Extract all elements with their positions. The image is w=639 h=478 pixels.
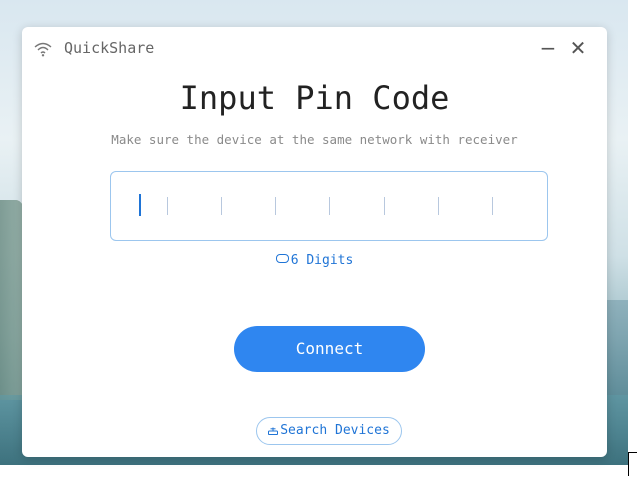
search-devices-button[interactable]: Search Devices xyxy=(256,417,402,445)
connect-button[interactable]: Connect xyxy=(234,326,425,372)
pin-length-icon xyxy=(275,254,289,263)
page-subtitle: Make sure the device at the same network… xyxy=(111,132,518,147)
pin-digit-slot-6 xyxy=(438,197,439,215)
desktop-corner-artifact xyxy=(628,452,637,476)
pin-digit-slot-7 xyxy=(492,197,493,215)
text-cursor xyxy=(139,194,141,216)
devices-icon xyxy=(268,427,279,435)
pin-digit-slot-3 xyxy=(275,197,276,215)
pin-digit-slot-2 xyxy=(221,197,222,215)
page-title: Input Pin Code xyxy=(179,79,450,117)
digits-hint: 6 Digits xyxy=(22,253,607,268)
pin-digit-slot-5 xyxy=(384,197,385,215)
pin-code-input[interactable] xyxy=(110,171,548,241)
title-bar: QuickShare − ✕ xyxy=(22,27,607,71)
minimize-button[interactable]: − xyxy=(536,35,560,61)
pin-digit-slot-1 xyxy=(167,197,168,215)
app-title: QuickShare xyxy=(64,39,155,57)
close-button[interactable]: ✕ xyxy=(566,35,590,61)
wifi-icon xyxy=(34,42,52,57)
quickshare-window: QuickShare − ✕ Input Pin Code Make sure … xyxy=(22,27,607,457)
search-devices-label: Search Devices xyxy=(280,423,390,438)
digits-hint-label: 6 Digits xyxy=(290,253,354,268)
pin-digit-slot-4 xyxy=(329,197,330,215)
